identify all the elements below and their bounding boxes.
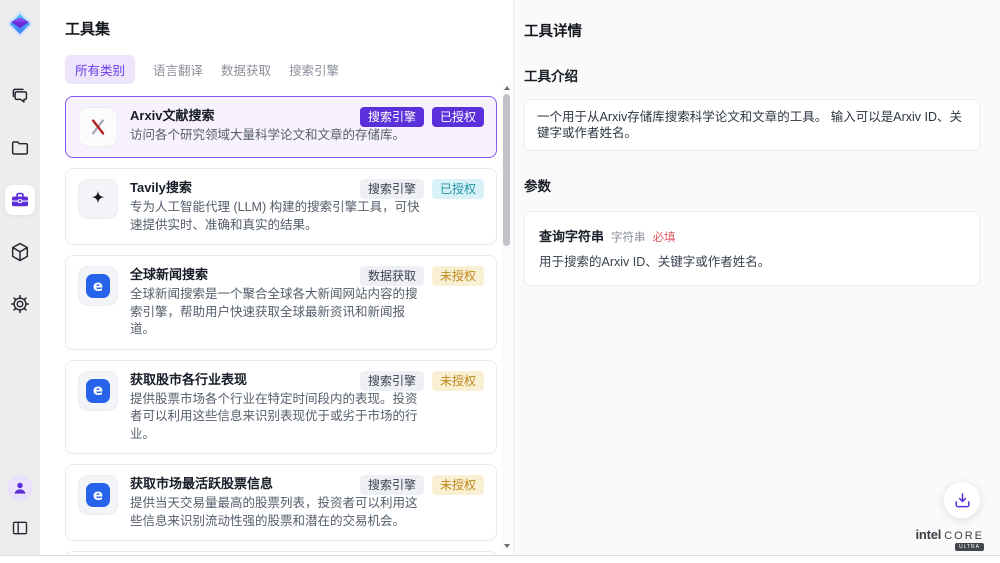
parameter-card: 查询字符串 字符串 必填 用于搜索的Arxiv ID、关键字或作者姓名。 (524, 211, 980, 286)
parameter-name: 查询字符串 (539, 226, 604, 245)
list-scrollbar[interactable] (502, 83, 511, 550)
tool-badges: 搜索引擎 未授权 (360, 371, 484, 391)
tool-list: Arxiv文献搜索 访问各个研究领域大量科学论文和文章的存储库。 搜索引擎 已授… (65, 96, 497, 555)
category-tab[interactable]: 数据获取 (221, 55, 271, 84)
status-badge: 未授权 (432, 266, 484, 286)
tools-panel-title: 工具集 (65, 18, 497, 39)
core-wordmark: core (944, 530, 984, 542)
sidebar-item gear-icon[interactable] (5, 289, 35, 319)
tools-panel: 工具集 所有类别语言翻译数据获取搜索引擎 Arxiv文献搜索 访问各个研究领域大… (40, 0, 513, 555)
tool-description: 专为人工智能代理 (LLM) 构建的搜索引擎工具，可快速提供实时、准确和真实的结… (130, 199, 422, 234)
tool-badges: 搜索引擎 已授权 (360, 107, 484, 127)
tool-card[interactable]: Arxiv文献搜索 访问各个研究领域大量科学论文和文章的存储库。 搜索引擎 已授… (65, 96, 497, 158)
parameter-type: 字符串 (611, 229, 646, 245)
scrollbar-up-arrow[interactable] (502, 83, 511, 92)
category-badge: 数据获取 (360, 266, 424, 286)
sidebar-item collapse-panel-icon[interactable] (5, 513, 35, 543)
tool-intro-card: 一个用于从Arxiv存储库搜索科学论文和文章的工具。 输入可以是Arxiv ID… (524, 99, 980, 151)
parameter-list: 查询字符串 字符串 必填 用于搜索的Arxiv ID、关键字或作者姓名。 (524, 211, 980, 286)
tool-description: 提供当天交易量最高的股票列表，投资者可以利用这些信息来识别流动性强的股票和潜在的… (130, 495, 422, 530)
news-search-logo: e (86, 274, 110, 298)
intro-heading: 工具介绍 (524, 65, 980, 85)
tool-card[interactable]: Tavily搜索 专为人工智能代理 (LLM) 构建的搜索引擎工具，可快速提供实… (65, 168, 497, 245)
tool-card[interactable]: e 获取市场最活跃股票信息 提供当天交易量最高的股票列表，投资者可以利用这些信息… (65, 464, 497, 541)
status-badge: 已授权 (432, 179, 484, 199)
app-window: 工具集 所有类别语言翻译数据获取搜索引擎 Arxiv文献搜索 访问各个研究领域大… (0, 0, 1000, 556)
scrollbar-thumb[interactable] (503, 94, 510, 246)
category-tab[interactable]: 所有类别 (65, 55, 135, 84)
tool-card[interactable]: 万维地区新闻查询 查询具体行政区划内的新闻，快速了解各地新闻动 搜索引擎 未授权 (65, 551, 497, 555)
status-badge: 未授权 (432, 475, 484, 495)
parameter-required-flag: 必填 (653, 229, 676, 245)
sidebar-item user-avatar-icon[interactable] (7, 475, 33, 501)
sidebar-item chat-icon[interactable] (5, 81, 35, 111)
sidebar-item cube-icon[interactable] (5, 237, 35, 267)
sidebar-item folder-icon[interactable] (5, 133, 35, 163)
intel-wordmark: intel (915, 527, 941, 542)
news-search-logo: e (86, 379, 110, 403)
tool-badges: 搜索引擎 已授权 (360, 179, 484, 199)
category-badge: 搜索引擎 (360, 179, 424, 199)
app-logo gem-logo-icon (5, 9, 35, 39)
ultra-badge: ultra (955, 543, 984, 551)
category-tab[interactable]: 搜索引擎 (289, 55, 339, 84)
download-button[interactable] (943, 481, 981, 519)
news-search-icon: e (78, 371, 118, 411)
sidebar-nav (5, 81, 35, 319)
scrollbar-down-arrow[interactable] (502, 541, 511, 550)
tool-description: 访问各个研究领域大量科学论文和文章的存储库。 (130, 127, 422, 145)
tool-description: 全球新闻搜索是一个聚合全球各大新闻网站内容的搜索引擎，帮助用户快速获取全球最新资… (130, 286, 422, 339)
tool-card[interactable]: e 全球新闻搜索 全球新闻搜索是一个聚合全球各大新闻网站内容的搜索引擎，帮助用户… (65, 255, 497, 350)
intel-core-ultra-logo: intel core ultra (915, 527, 984, 551)
category-badge: 搜索引擎 (360, 107, 424, 127)
tool-badges: 数据获取 未授权 (360, 266, 484, 286)
sparkle-icon (78, 179, 118, 219)
status-badge: 已授权 (432, 107, 484, 127)
category-tabs: 所有类别语言翻译数据获取搜索引擎 (65, 55, 497, 84)
parameter-description: 用于搜索的Arxiv ID、关键字或作者姓名。 (539, 254, 965, 271)
tool-description: 提供股票市场各个行业在特定时间段内的表现。投资者可以利用这些信息来识别表现优于或… (130, 391, 422, 444)
news-search-logo: e (86, 483, 110, 507)
tool-detail-panel: 工具详情 工具介绍 一个用于从Arxiv存储库搜索科学论文和文章的工具。 输入可… (513, 0, 1000, 555)
tool-card[interactable]: e 获取股市各行业表现 提供股票市场各个行业在特定时间段内的表现。投资者可以利用… (65, 360, 497, 455)
category-tab[interactable]: 语言翻译 (153, 55, 203, 84)
news-search-icon: e (78, 475, 118, 515)
detail-panel-title: 工具详情 (524, 20, 980, 41)
params-heading: 参数 (524, 175, 980, 195)
arxiv-icon (78, 107, 118, 147)
sidebar-bottom (0, 475, 40, 543)
news-search-icon: e (78, 266, 118, 306)
sidebar-item toolbox-icon[interactable] (5, 185, 35, 215)
tool-badges: 搜索引擎 未授权 (360, 475, 484, 495)
category-badge: 搜索引擎 (360, 475, 424, 495)
status-badge: 未授权 (432, 371, 484, 391)
category-badge: 搜索引擎 (360, 371, 424, 391)
sidebar (0, 0, 40, 555)
tool-intro-text: 一个用于从Arxiv存储库搜索科学论文和文章的工具。 输入可以是Arxiv ID… (537, 110, 962, 140)
